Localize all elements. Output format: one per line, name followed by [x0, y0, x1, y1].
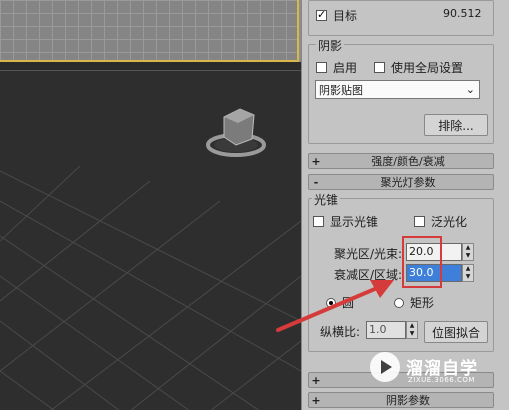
rollout-intensity-title: 强度/颜色/衰减 [371, 155, 445, 168]
expand-icon: + [311, 154, 321, 168]
shadow-group-title: 阴影 [316, 37, 345, 54]
rollout-intensity[interactable]: + 强度/颜色/衰减 [308, 153, 494, 169]
shadow-enable-checkbox[interactable] [316, 62, 327, 73]
shadow-enable-label: 启用 [333, 61, 358, 75]
shadow-global-label: 使用全局设置 [391, 61, 464, 75]
shadow-global-row[interactable]: 使用全局设置 [374, 59, 463, 76]
hotspot-label: 聚光区/光束: [334, 247, 403, 261]
rollout-spotlight-title: 聚光灯参数 [380, 176, 436, 189]
cone-group-title: 光锥 [312, 191, 341, 208]
annotation-arrow [276, 280, 394, 332]
rollout-spotlight-params[interactable]: - 聚光灯参数 [308, 174, 494, 190]
target-checkbox[interactable] [316, 8, 327, 21]
play-icon [370, 352, 400, 382]
expand-icon: + [311, 393, 321, 407]
bitmap-fit-button[interactable]: 位图拟合 [424, 321, 488, 343]
rectangle-label: 矩形 [410, 296, 435, 310]
overshoot-label: 泛光化 [431, 215, 468, 229]
shadow-enable-row[interactable]: 启用 [316, 59, 357, 76]
show-cone-label: 显示光锥 [330, 215, 379, 229]
top-viewport-grid [0, 0, 299, 62]
spinner-arrows-icon[interactable]: ▲ ▼ [462, 264, 474, 282]
top-viewport[interactable] [0, 0, 301, 62]
overshoot-checkbox[interactable] [414, 216, 425, 227]
watermark-url: ZIXUE.3066.COM [408, 376, 475, 384]
collapse-icon: - [313, 175, 319, 189]
target-label: 目标 [333, 9, 358, 23]
shadow-global-checkbox[interactable] [374, 62, 385, 73]
spotlight-icon[interactable] [200, 103, 272, 163]
viewport-area[interactable] [0, 0, 301, 410]
target-distance: 90.512 [443, 7, 482, 20]
show-cone-row[interactable]: 显示光锥 [313, 213, 378, 230]
expand-icon: + [311, 373, 321, 387]
overshoot-row[interactable]: 泛光化 [414, 213, 467, 230]
perspective-viewport[interactable] [0, 70, 301, 410]
target-row: 目标 [316, 7, 357, 24]
chevron-down-icon: ⌄ [465, 83, 475, 96]
spinner-arrows-icon[interactable]: ▲ ▼ [462, 243, 474, 261]
exclude-button[interactable]: 排除... [424, 114, 488, 136]
show-cone-checkbox[interactable] [313, 216, 324, 227]
shadow-type-dropdown[interactable]: 阴影贴图 ⌄ [315, 80, 480, 99]
shadow-type-value: 阴影贴图 [319, 83, 363, 97]
watermark: 溜溜自学 ZIXUE.3066.COM [360, 344, 509, 410]
